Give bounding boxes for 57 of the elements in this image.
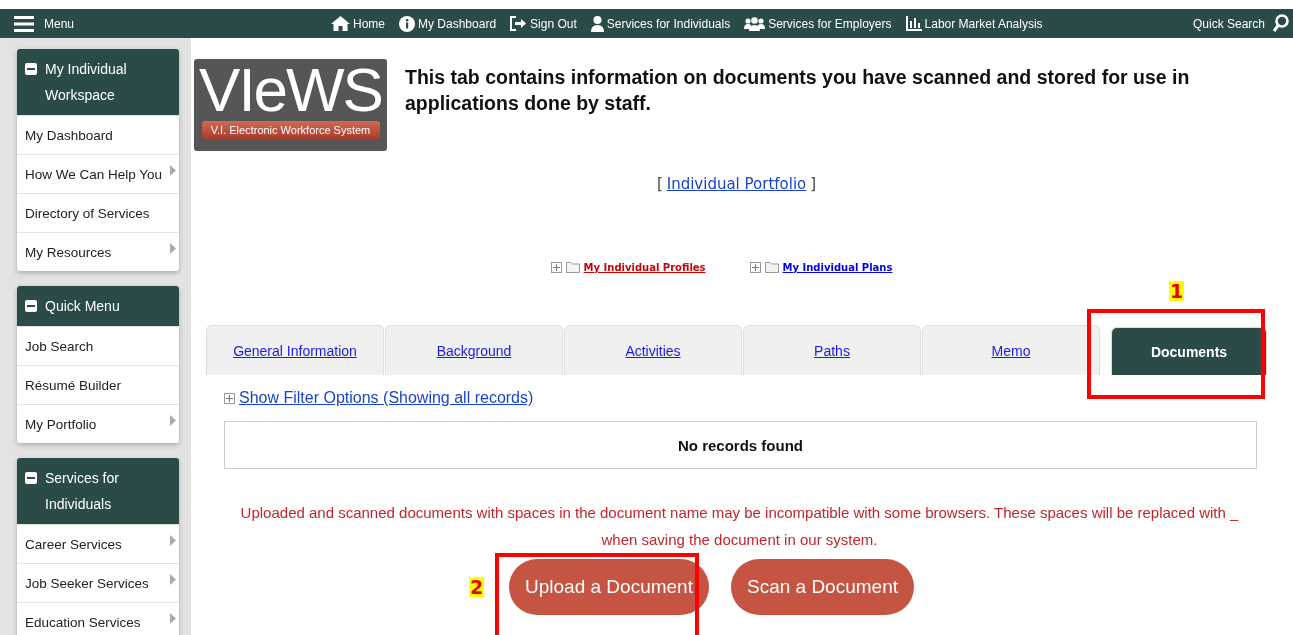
bar-chart-icon <box>905 16 922 31</box>
tree-link[interactable]: My Individual Profiles <box>583 261 706 273</box>
callout-number: 2 <box>469 577 485 597</box>
nav-link[interactable]: Labor Market Analysis <box>905 15 1043 32</box>
menu-icon <box>14 15 34 32</box>
sidebar-item[interactable]: Job Search <box>17 326 179 365</box>
tab[interactable]: Memo <box>922 325 1100 375</box>
collapse-icon <box>25 300 37 312</box>
info-icon <box>399 15 415 32</box>
panel-header[interactable]: Quick Menu <box>17 286 179 326</box>
portfolio-link[interactable]: Individual Portfolio <box>666 175 807 193</box>
document-button[interactable]: Scan a Document <box>730 559 914 615</box>
folder-icon <box>565 261 580 273</box>
sign-out-icon <box>510 16 528 31</box>
tab[interactable]: Paths <box>743 325 921 375</box>
empty-message: No records found <box>678 436 803 454</box>
bracket: [ <box>656 175 663 193</box>
search-icon[interactable] <box>1273 13 1289 34</box>
sidebar-item[interactable]: My Portfolio <box>17 404 179 443</box>
nav-link[interactable]: Sign Out <box>510 15 577 32</box>
nav-link[interactable]: Services for Employers <box>744 15 892 32</box>
sidebar-item[interactable]: My Dashboard <box>17 115 179 154</box>
sidebar-item[interactable]: Résumé Builder <box>17 365 179 404</box>
nav-link[interactable]: My Dashboard <box>399 15 497 32</box>
expand-icon[interactable] <box>749 261 761 273</box>
logo: VIeWS V.I. Electronic Workforce System <box>194 59 387 151</box>
quick-search-label: Quick Search <box>1192 16 1265 31</box>
sidebar-item[interactable]: Education Services <box>17 602 179 635</box>
notice-text: Uploaded and scanned documents with spaces in the document name may be incompatible with some browsers. These spaces will be replaced with _ when saving the document in our system. <box>239 503 1240 550</box>
bracket: ] <box>810 175 817 193</box>
sidebar-item[interactable]: Job Seeker Services <box>17 563 179 602</box>
panel-header[interactable]: Services for Individuals <box>17 458 179 524</box>
menu-button[interactable]: Menu <box>0 15 300 32</box>
tab[interactable]: Activities <box>564 325 742 375</box>
expand-icon[interactable] <box>224 392 235 404</box>
folder-icon <box>764 261 779 273</box>
document-button[interactable]: Upload a Document <box>509 559 709 615</box>
tab[interactable]: Background <box>385 325 563 375</box>
tab[interactable]: Documents <box>1111 327 1267 375</box>
panel-header[interactable]: My Individual Workspace <box>17 49 179 115</box>
sidebar-item[interactable]: Career Services <box>17 524 179 563</box>
collapse-icon <box>25 63 37 75</box>
person-icon <box>590 15 604 32</box>
expand-icon[interactable] <box>550 261 562 273</box>
intro-text: This tab contains information on documents you have scanned and stored for use in applications done by staff. <box>405 65 1191 116</box>
sidebar-item[interactable]: My Resources <box>17 232 179 271</box>
filter-link[interactable]: Show Filter Options (Showing all records) <box>239 389 534 407</box>
tree-link[interactable]: My Individual Plans <box>782 261 893 273</box>
nav-link[interactable]: Home <box>331 15 385 32</box>
tab[interactable]: General Information <box>206 325 384 375</box>
home-icon <box>331 16 350 31</box>
callout-number: 1 <box>1169 281 1185 301</box>
sidebar-item[interactable]: How We Can Help You <box>17 154 179 193</box>
collapse-icon <box>25 472 37 484</box>
people-icon <box>744 16 766 31</box>
sidebar-item[interactable]: Directory of Services <box>17 193 179 232</box>
nav-link[interactable]: Services for Individuals <box>590 15 731 32</box>
